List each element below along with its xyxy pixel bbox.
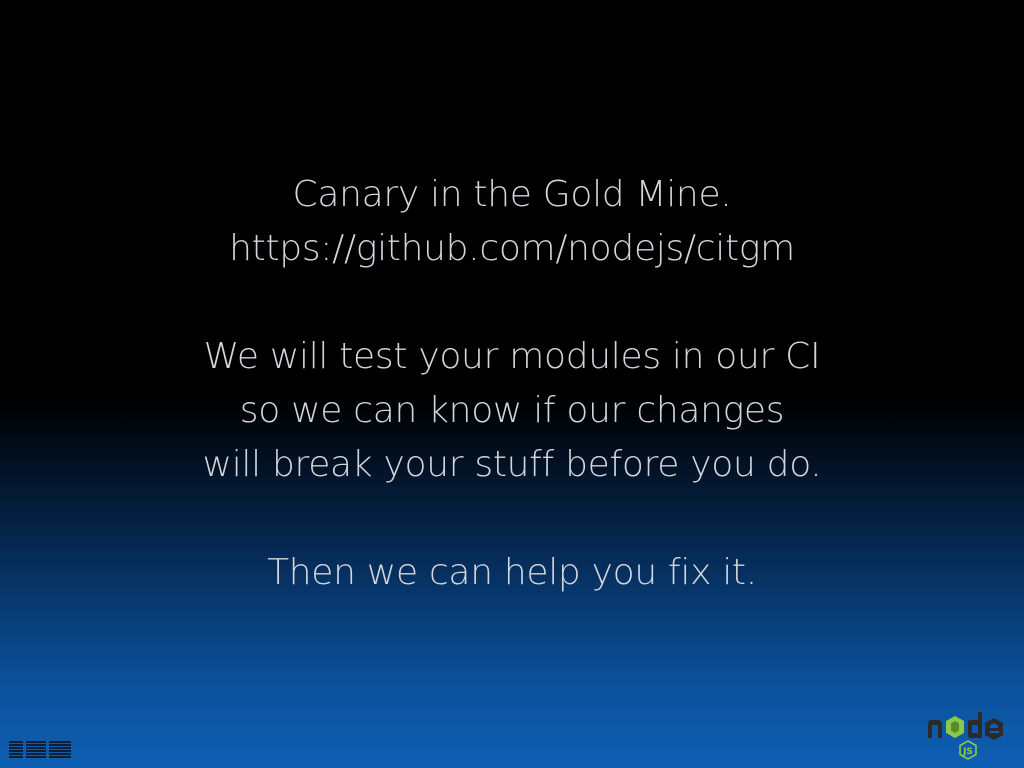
repo-url: https://github.com/nodejs/citgm [229, 228, 795, 269]
body-line-3: will break your stuff before you do. [202, 444, 822, 485]
closing-line: Then we can help you fix it. [267, 552, 757, 593]
body-line-1: We will test your modules in our CI [203, 336, 821, 377]
ibm-logo-icon [9, 740, 71, 758]
body-line-2: so we can know if our changes [239, 390, 785, 431]
slide-body: Canary in the Gold Mine. https://github.… [0, 168, 1024, 600]
nodejs-logo-icon: JS [928, 712, 1003, 760]
slide-title: Canary in the Gold Mine. [292, 174, 732, 215]
slide: Canary in the Gold Mine. https://github.… [0, 0, 1024, 768]
svg-text:JS: JS [962, 747, 973, 757]
